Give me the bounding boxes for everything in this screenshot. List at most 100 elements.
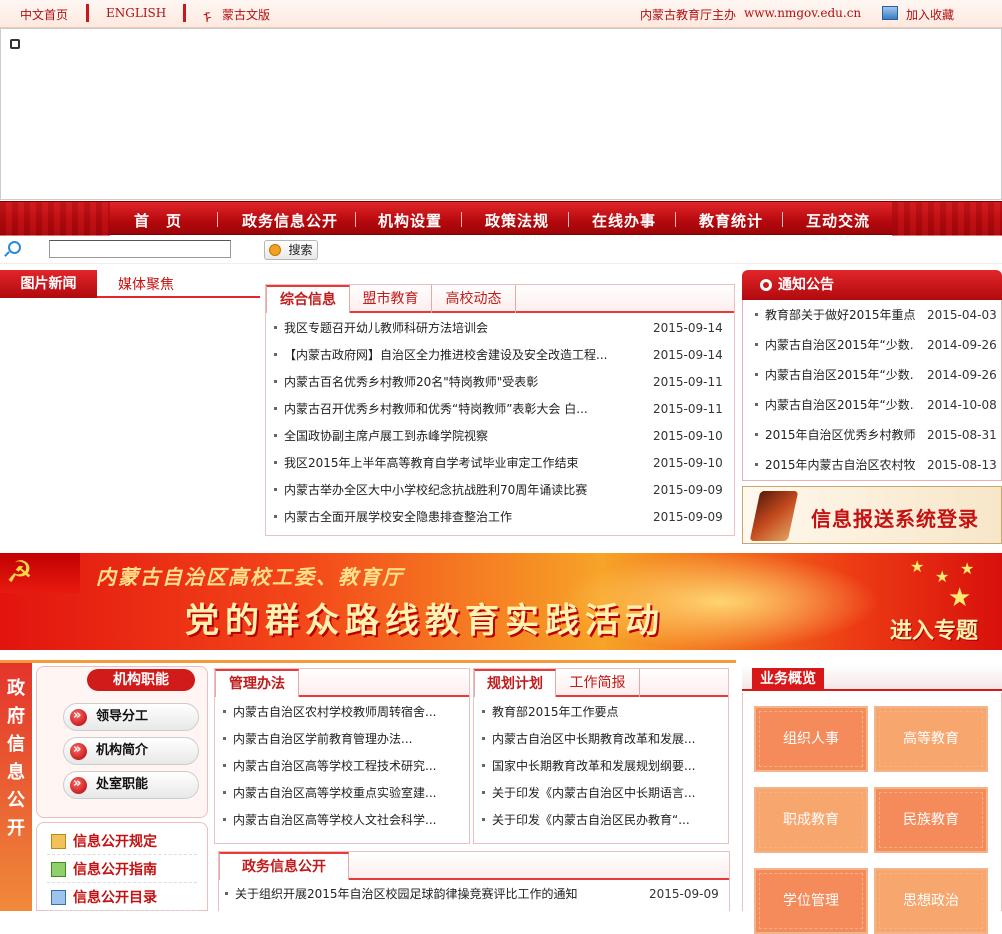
planning-panel: 规划计划 工作简报 教育部2015年工作要点内蒙古自治区中长期教育改革和发展..…: [473, 668, 729, 844]
link-label: 信息公开指南: [73, 862, 157, 878]
notice-item[interactable]: 教育部关于做好2015年重点...: [755, 305, 915, 325]
notice-item[interactable]: 2015年内蒙古自治区农村牧...: [755, 455, 915, 475]
news-item[interactable]: 内蒙古召开优秀乡村教师和优秀“特岗教师”表彰大会 白...: [274, 399, 646, 419]
notice-item[interactable]: 内蒙古自治区2015年“少数...: [755, 335, 915, 355]
planning-tabs: 规划计划 工作简报: [474, 669, 728, 697]
row-title: 内蒙古自治区2015年“少数...: [765, 398, 915, 412]
tab-management[interactable]: 管理办法: [215, 669, 299, 697]
tile-ethnic-education[interactable]: 民族教育: [874, 787, 988, 853]
bookmark-link[interactable]: 加入收藏: [906, 6, 954, 23]
tab-league-education[interactable]: 盟市教育: [350, 285, 432, 313]
news-item[interactable]: 内蒙古举办全区大中小学校纪念抗战胜利70周年诵读比赛: [274, 480, 646, 500]
nav-gov-info[interactable]: 政务信息公开: [242, 210, 338, 231]
row-title: 国家中长期教育改革和发展规划纲要...: [492, 759, 696, 773]
search-button[interactable]: 搜索: [264, 240, 318, 260]
planning-item[interactable]: 内蒙古自治区中长期教育改革和发展...: [482, 729, 718, 749]
news-item[interactable]: 全国政协副主席卢展工到赤峰学院视察: [274, 426, 646, 446]
tab-planning[interactable]: 规划计划: [474, 669, 556, 697]
search-input[interactable]: [49, 240, 231, 258]
nav-online[interactable]: 在线办事: [592, 210, 656, 231]
tab-work-briefing[interactable]: 工作简报: [556, 669, 640, 697]
news-item[interactable]: 内蒙古全面开展学校安全隐患排查整治工作: [274, 507, 646, 527]
row-title: 内蒙古自治区农村学校教师周转宿舍...: [233, 705, 437, 719]
row-date: 2015-09-10: [653, 456, 723, 470]
star-icon: ★: [948, 583, 972, 613]
gov-open-item[interactable]: 关于组织开展2015年自治区校园足球韵律操竞赛评比工作的通知: [225, 884, 635, 904]
top-bar: 中文首页 ENGLISH ᠮ 蒙古文版 内蒙古教育厅主办 www.nmgov.e…: [0, 0, 1002, 28]
notice-list: 教育部关于做好2015年重点... 2015-04-03 内蒙古自治区2015年“少…: [742, 300, 1002, 481]
tile-personnel[interactable]: 组织人事: [754, 706, 868, 772]
management-item[interactable]: 内蒙古自治区高等学校人文社会科学...: [223, 810, 459, 830]
planning-item[interactable]: 国家中长期教育改革和发展规划纲要...: [482, 756, 718, 776]
banner-enter-link[interactable]: 进入专题: [890, 613, 978, 645]
row-title: 内蒙古自治区2015年“少数...: [765, 338, 915, 352]
org-duty-panel: 机构职能 领导分工 机构简介 处室职能: [36, 666, 208, 818]
management-item[interactable]: 内蒙古自治区学前教育管理办法...: [223, 729, 459, 749]
report-system-login-button[interactable]: 信息报送系统登录: [742, 486, 1002, 544]
bullet-icon: [223, 818, 226, 821]
tab-college-news[interactable]: 高校动态: [432, 285, 516, 313]
management-item[interactable]: 内蒙古自治区高等学校重点实验室建...: [223, 783, 459, 803]
nav-interact[interactable]: 互动交流: [806, 210, 870, 231]
row-title: 我区专题召开幼儿教师科研方法培训会: [284, 321, 489, 335]
site-url-link[interactable]: www.nmgov.edu.cn: [744, 6, 861, 20]
management-item[interactable]: 内蒙古自治区高等学校工程技术研究...: [223, 756, 459, 776]
button-label: 领导分工: [96, 709, 149, 724]
home-cn-link[interactable]: 中文首页: [20, 6, 68, 23]
flash-banner-area: [0, 28, 1002, 200]
org-intro-button[interactable]: 机构简介: [63, 737, 199, 765]
bullet-icon: [482, 791, 485, 794]
nav-home[interactable]: 首 页: [134, 210, 182, 231]
planning-item[interactable]: 关于印发《内蒙古自治区民办教育“...: [482, 810, 718, 830]
business-header: 业务概览: [742, 665, 1002, 691]
news-item[interactable]: 我区2015年上半年高等教育自学考试毕业审定工作结束: [274, 453, 646, 473]
leader-division-button[interactable]: 领导分工: [63, 703, 199, 731]
english-link[interactable]: ENGLISH: [106, 6, 166, 20]
dept-duty-button[interactable]: 处室职能: [63, 771, 199, 799]
management-item[interactable]: 内蒙古自治区农村学校教师周转宿舍...: [223, 702, 459, 722]
tile-ideology-politics[interactable]: 思想政治: [874, 868, 988, 934]
info-open-guide-link[interactable]: 信息公开指南: [47, 857, 197, 883]
business-title: 业务概览: [752, 668, 824, 691]
bookmark-icon: [882, 6, 898, 20]
section-divider: [0, 660, 736, 663]
nav-policy[interactable]: 政策法规: [485, 210, 549, 231]
planning-item[interactable]: 关于印发《内蒙古自治区中长期语言...: [482, 783, 718, 803]
search-button-label: 搜索: [288, 243, 313, 257]
news-item[interactable]: 【内蒙古政府网】自治区全力推进校舍建设及安全改造工程...: [274, 345, 646, 365]
management-panel: 管理办法 内蒙古自治区农村学校教师周转宿舍... 内蒙古自治区学前教育管理办法..…: [214, 668, 470, 844]
vertical-label-char: 开: [7, 818, 25, 839]
tile-higher-education[interactable]: 高等教育: [874, 706, 988, 772]
tile-degree-management[interactable]: 学位管理: [754, 868, 868, 934]
mass-line-campaign-banner[interactable]: ☭ ★ ★ ★ ★ 内蒙古自治区高校工委、教育厅 党的群众路线教育实践活动 进入…: [0, 553, 1002, 650]
tab-gov-open[interactable]: 政务信息公开: [219, 852, 349, 880]
info-open-rules-link[interactable]: 信息公开规定: [47, 829, 197, 855]
info-open-catalog-link[interactable]: 信息公开目录: [47, 885, 197, 911]
tab-photo-news[interactable]: 图片新闻: [0, 270, 97, 298]
gov-open-tabs: 政务信息公开: [219, 852, 729, 880]
nav-divider: [217, 212, 218, 227]
nav-stats[interactable]: 教育统计: [699, 210, 763, 231]
news-item[interactable]: 我区专题召开幼儿教师科研方法培训会: [274, 318, 646, 338]
tab-media-focus[interactable]: 媒体聚焦: [118, 274, 174, 294]
notice-item[interactable]: 内蒙古自治区2015年“少数...: [755, 365, 915, 385]
nav-org[interactable]: 机构设置: [378, 210, 442, 231]
row-title: 教育部2015年工作要点: [492, 705, 619, 719]
mongolian-link[interactable]: 蒙古文版: [222, 6, 270, 23]
tile-vocational-education[interactable]: 职成教育: [754, 787, 868, 853]
row-title: 内蒙古自治区2015年“少数...: [765, 368, 915, 382]
news-item[interactable]: 内蒙古百名优秀乡村教师20名"特岗教师"受表彰: [274, 372, 646, 392]
row-title: 关于印发《内蒙古自治区中长期语言...: [492, 786, 696, 800]
notice-item[interactable]: 内蒙古自治区2015年“少数...: [755, 395, 915, 415]
search-bar: 搜索: [0, 236, 1002, 264]
notice-item[interactable]: 2015年自治区优秀乡村教师...: [755, 425, 915, 445]
divider: [183, 4, 186, 22]
vertical-label-char: 信: [7, 734, 25, 755]
row-title: 关于印发《内蒙古自治区民办教育“...: [492, 813, 690, 827]
planning-item[interactable]: 教育部2015年工作要点: [482, 702, 718, 722]
bullet-icon: [274, 434, 277, 437]
arrow-icon: [70, 703, 87, 729]
bullet-icon: [755, 433, 758, 436]
tab-general-info[interactable]: 综合信息: [266, 285, 350, 313]
divider: [86, 4, 89, 22]
